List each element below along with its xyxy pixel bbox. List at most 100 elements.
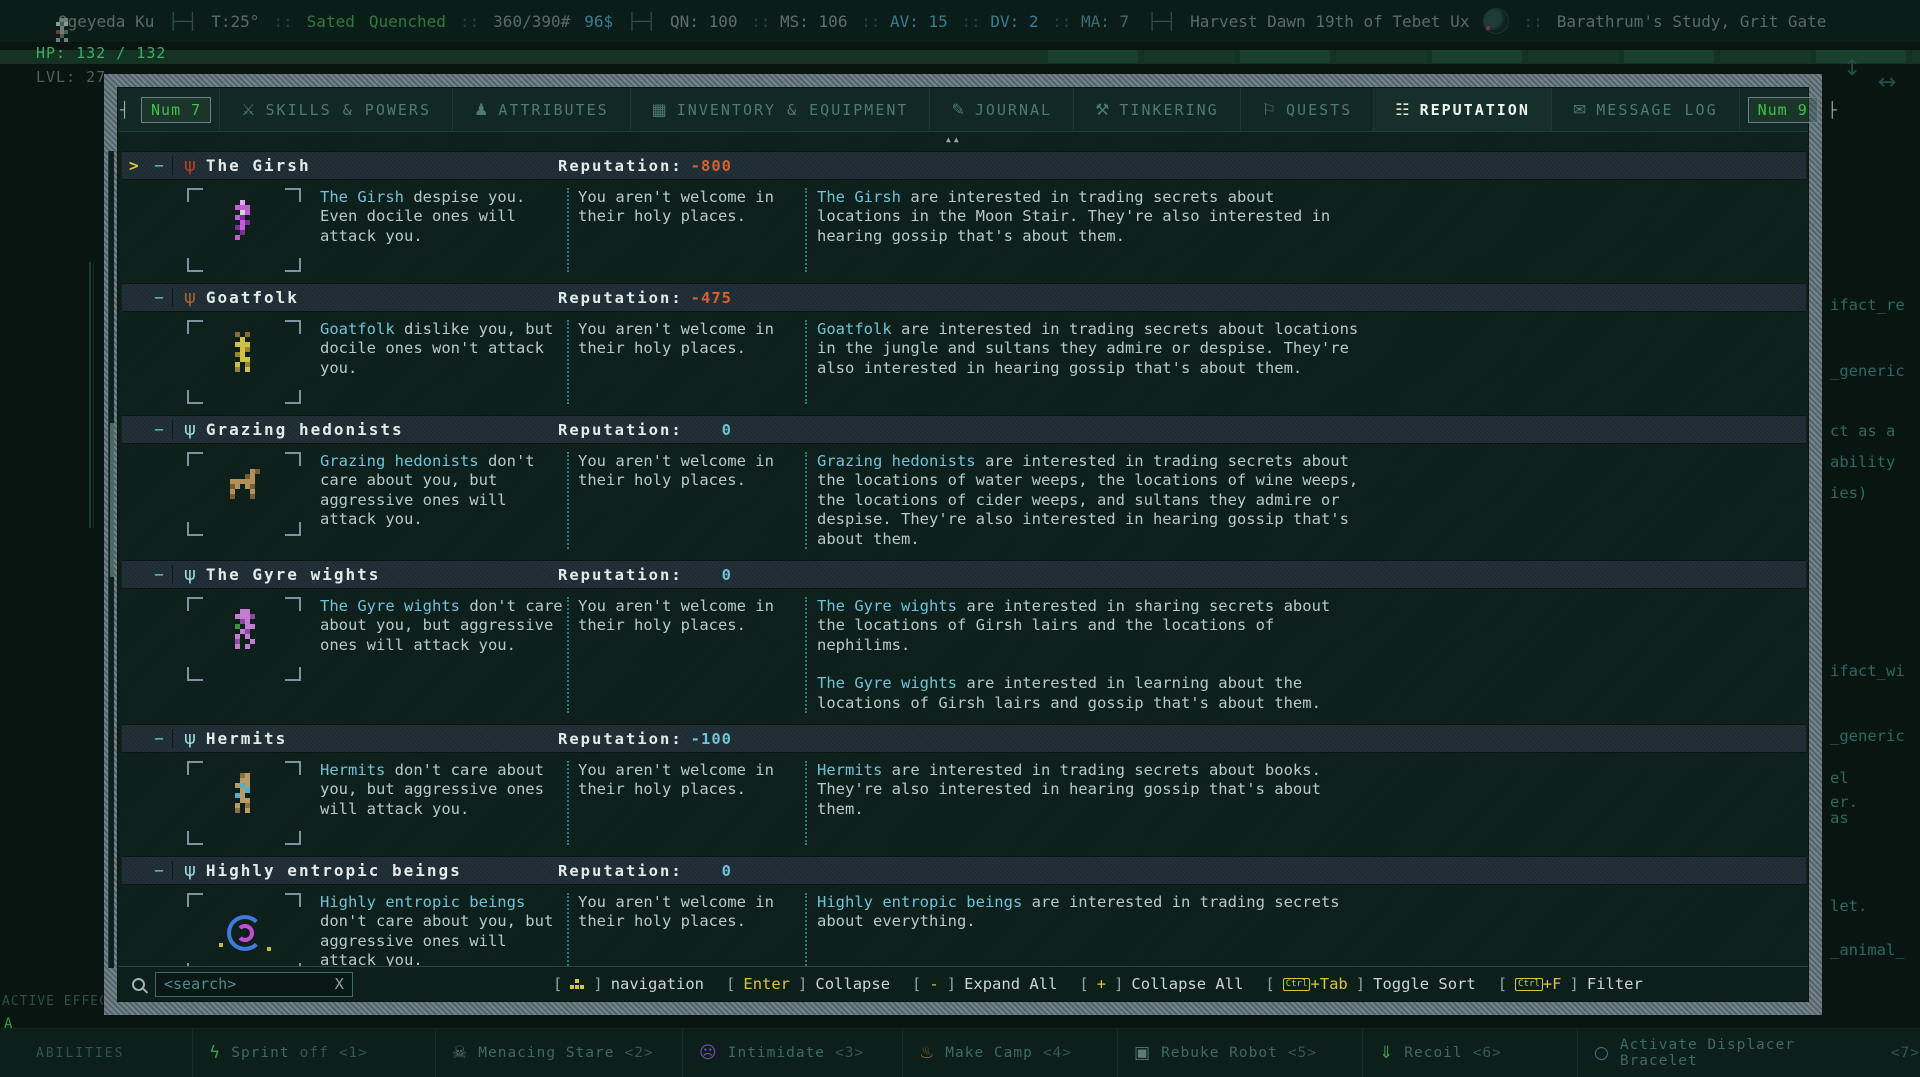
bracket: [	[912, 975, 921, 993]
interest-paragraph: The Gyre wights are interested in sharin…	[817, 597, 1359, 655]
hint-collapse[interactable]: [Enter]Collapse	[726, 975, 890, 993]
ability-state: off	[300, 1045, 329, 1061]
dotted-divider	[805, 188, 807, 272]
sprint-icon: ϟ	[209, 1043, 221, 1063]
faction-interests-text: Highly entropic beings are interested in…	[817, 893, 1359, 968]
frame-corner-icon	[187, 831, 203, 845]
reputation-window: ┤ Num 7 ⚔SKILLS & POWERS♟ATTRIBUTES▦INVE…	[103, 73, 1823, 1016]
background-text-fragment: el	[1830, 769, 1849, 787]
tab-quests[interactable]: ⚐QUESTS	[1241, 88, 1375, 131]
frame-tick-right-icon: ├	[1826, 88, 1841, 131]
tab-tinkering[interactable]: ⚒TINKERING	[1074, 88, 1241, 131]
search-clear-button[interactable]: X	[335, 975, 344, 993]
tab-journal[interactable]: ✎JOURNAL	[930, 88, 1074, 131]
scrollbar-thumb[interactable]	[110, 423, 114, 577]
faction-header-row[interactable]: >−ψThe GirshReputation:-800	[122, 151, 1806, 180]
list-scrollbar[interactable]	[108, 151, 114, 968]
hp-bar-segment	[1240, 50, 1330, 63]
skull-icon: ☠	[452, 1043, 468, 1063]
search-input[interactable]	[164, 975, 304, 993]
tab-skills-powers[interactable]: ⚔SKILLS & POWERS	[219, 88, 453, 131]
faction-header-row[interactable]: −ψHermitsReputation:-100	[122, 724, 1806, 753]
hint-key: +	[1097, 975, 1106, 993]
collapse-toggle[interactable]: −	[146, 420, 172, 439]
hint-navigation[interactable]: []navigation	[553, 975, 704, 993]
search-box[interactable]: X	[155, 972, 353, 997]
next-tab-key-badge[interactable]: Num 9	[1748, 97, 1818, 123]
tab-attributes[interactable]: ♟ATTRIBUTES	[453, 88, 631, 131]
faction-disposition-text: Hermits don't care about you, but aggres…	[320, 761, 563, 845]
faction-name: Highly entropic beings	[206, 861, 462, 880]
stat-readouts: QN: 100 :: MS: 106 :: AV: 15 :: DV: 2 ::…	[670, 12, 1133, 31]
ability-sprint[interactable]: ϟSprintoff<1>	[192, 1029, 435, 1077]
tab-reputation[interactable]: ☷REPUTATION	[1374, 88, 1552, 131]
hint-collapse-all[interactable]: [+]Collapse All	[1079, 975, 1243, 993]
divider-glyph: ├─┤	[627, 12, 656, 31]
separator: ::	[851, 12, 890, 31]
hint-expand-all[interactable]: [-]Expand All	[912, 975, 1057, 993]
abilities-row-hotkey: A	[4, 1016, 12, 1032]
faction-header-row[interactable]: −ψThe Gyre wightsReputation:0	[122, 560, 1806, 589]
hp-bar-segment	[1624, 50, 1714, 63]
holy-places-text: You aren't welcome in their holy places.	[578, 452, 784, 549]
faction-header-row[interactable]: −ψHighly entropic beingsReputation:0	[122, 856, 1806, 885]
prev-tab-key-badge[interactable]: Num 7	[141, 97, 211, 123]
level-readout: LVL: 27	[36, 68, 106, 86]
creature-portrait-frame	[187, 597, 301, 681]
ability-menacing-stare[interactable]: ☠Menacing Stare<2>	[435, 1029, 682, 1077]
frame-corner-icon	[285, 188, 301, 202]
bracket: ]	[593, 975, 602, 993]
holy-places-text: You aren't welcome in their holy places.	[578, 597, 784, 713]
frame-corner-icon	[187, 258, 203, 272]
frame-corner-icon	[187, 893, 203, 907]
faction-disposition-text: The Girsh despise you. Even docile ones …	[320, 188, 563, 272]
ability-hotkey: <6>	[1473, 1045, 1502, 1061]
faction-details: The Gyre wights don't care about you, bu…	[118, 589, 1808, 724]
collapse-toggle[interactable]: −	[146, 729, 172, 748]
hint-toggle-sort[interactable]: [Ctrl+Tab]Toggle Sort	[1265, 975, 1475, 993]
frame-corner-icon	[285, 893, 301, 907]
ability-activate-displacer-bracelet[interactable]: ○Activate Displacer Bracelet<7>	[1577, 1029, 1920, 1077]
collapse-toggle[interactable]: −	[146, 156, 172, 175]
ability-make-camp[interactable]: ♨Make Camp<4>	[902, 1029, 1117, 1077]
toolbox-icon: ⚒	[1095, 100, 1109, 119]
ability-name: Menacing Stare	[478, 1045, 614, 1061]
navigation-keys-icon	[570, 979, 585, 990]
ability-recoil[interactable]: ⇓Recoil<6>	[1362, 1029, 1577, 1077]
dotted-divider	[805, 452, 807, 549]
bracket: [	[1265, 975, 1274, 993]
collapse-toggle[interactable]: −	[146, 565, 172, 584]
faction-name-highlight: The Girsh	[817, 188, 901, 206]
faction-header-row[interactable]: −ψGrazing hedonistsReputation:0	[122, 415, 1806, 444]
collapse-toggle[interactable]: −	[146, 288, 172, 307]
ability-hotkey: <3>	[835, 1045, 864, 1061]
hint-filter[interactable]: [Ctrl+F]Filter	[1498, 975, 1643, 993]
ability-intimidate[interactable]: ☹Intimidate<3>	[682, 1029, 902, 1077]
stat-dv: DV: 2	[990, 12, 1038, 31]
faction-name-highlight: Goatfolk	[320, 320, 395, 338]
reputation-value: 0	[684, 862, 732, 880]
creature-portrait-frame	[187, 320, 301, 404]
hint-label: Collapse All	[1131, 975, 1243, 993]
faction-name-highlight: Goatfolk	[817, 320, 892, 338]
faction-disposition-text: Grazing hedonists don't care about you, …	[320, 452, 563, 549]
scroll-up-indicator-icon[interactable]: ▲▲	[946, 135, 962, 144]
faction-header-row[interactable]: −ψGoatfolkReputation:-475	[122, 283, 1806, 312]
faction-tree-icon: ψ	[184, 566, 196, 584]
reputation-value: -475	[684, 289, 732, 307]
faction-name-highlight: Hermits	[320, 761, 385, 779]
tab-inventory-equipment[interactable]: ▦INVENTORY & EQUIPMENT	[631, 88, 931, 131]
background-text-fragment: _animal_	[1830, 941, 1905, 959]
collapse-toggle[interactable]: −	[146, 861, 172, 880]
ability-rebuke-robot[interactable]: ▣Rebuke Robot<5>	[1117, 1029, 1362, 1077]
separator: ::	[273, 12, 292, 31]
hp-bar-segment	[1720, 50, 1810, 63]
tab-message-log[interactable]: ✉MESSAGE LOG	[1552, 88, 1740, 131]
hp-bar-segment	[1528, 50, 1618, 63]
faction-list: >−ψThe GirshReputation:-800 The Girsh des…	[118, 151, 1808, 968]
tab-label: SKILLS & POWERS	[266, 101, 431, 119]
log-icon: ✉	[1573, 100, 1586, 119]
dotted-divider	[805, 761, 807, 845]
frame-corner-icon	[187, 390, 203, 404]
faction-title-cell: ψGrazing hedonists	[172, 420, 404, 439]
